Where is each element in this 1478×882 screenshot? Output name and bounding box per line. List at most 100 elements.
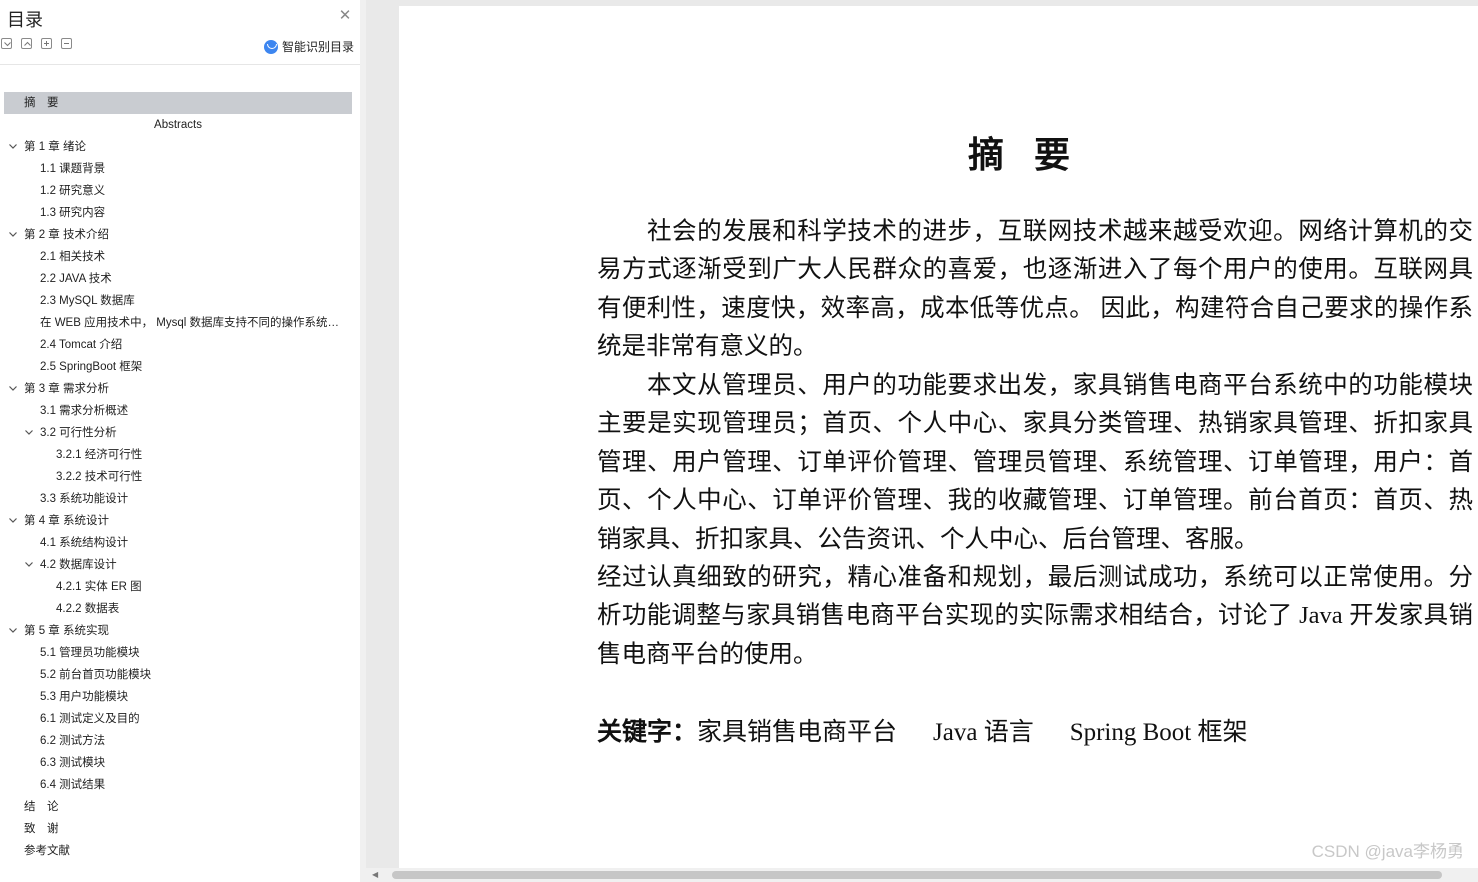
toc-item[interactable]: 第 5 章 系统实现 xyxy=(24,620,346,642)
toc-item-label: 4.2 数据库设计 xyxy=(40,559,117,571)
chevron-down-icon[interactable] xyxy=(24,422,34,444)
toc-item-label: Abstracts xyxy=(154,119,202,131)
toc-item[interactable]: 在 WEB 应用技术中， Mysql 数据库支持不同的操作系统平台，虽然在不同平… xyxy=(40,312,346,334)
toc-item[interactable]: 摘 要 xyxy=(4,92,352,114)
toc-item-label: 6.4 测试结果 xyxy=(40,779,106,791)
toc-item-label: 参考文献 xyxy=(24,845,70,857)
toc-item[interactable]: 致 谢 xyxy=(24,818,346,840)
add-entry-icon[interactable] xyxy=(41,38,52,49)
toc-item[interactable]: 4.2.1 实体 ER 图 xyxy=(56,576,346,598)
toc-item-label: 2.1 相关技术 xyxy=(40,251,106,263)
watermark: CSDN @java李杨勇 xyxy=(1311,842,1464,861)
toc-item[interactable]: 5.2 前台首页功能模块 xyxy=(40,664,346,686)
toc-item-label: 第 5 章 系统实现 xyxy=(24,625,109,637)
toc-item-label: 结 论 xyxy=(24,801,59,813)
toc-item[interactable]: 5.3 用户功能模块 xyxy=(40,686,346,708)
chevron-down-icon[interactable] xyxy=(8,620,18,642)
toc-item-label: 2.3 MySQL 数据库 xyxy=(40,295,135,307)
abstract-paragraph-3: 经过认真细致的研究，精心准备和规划，最后测试成功，系统可以正常使用。分析功能调整… xyxy=(597,564,1473,668)
chevron-down-icon[interactable] xyxy=(8,224,18,246)
toc-item[interactable]: 参考文献 xyxy=(24,840,346,862)
toc-item[interactable]: 2.5 SpringBoot 框架 xyxy=(40,356,346,378)
toc-item[interactable]: 4.2.2 数据表 xyxy=(56,598,346,620)
abstract-heading: 摘要 xyxy=(967,135,1100,176)
toc-sidebar: 目录 ✕ 智能识别目录 摘 要 Abstracts 第 1 章 绪论 1.1 课题背景… xyxy=(0,0,361,882)
scroll-thumb[interactable] xyxy=(392,871,1442,879)
remove-entry-icon[interactable] xyxy=(61,38,72,49)
toc-item-label: 5.1 管理员功能模块 xyxy=(40,647,140,659)
toc-item[interactable]: 2.4 Tomcat 介绍 xyxy=(40,334,346,356)
chevron-down-icon[interactable] xyxy=(8,510,18,532)
chevron-down-icon[interactable] xyxy=(24,554,34,576)
toc-item[interactable]: 1.2 研究意义 xyxy=(40,180,346,202)
toc-item[interactable]: 4.2 数据库设计 xyxy=(40,554,346,576)
toc-item[interactable]: 3.2.2 技术可行性 xyxy=(56,466,346,488)
toc-item-label: 致 谢 xyxy=(24,823,59,835)
toc-item[interactable]: 3.2 可行性分析 xyxy=(40,422,346,444)
toc-item[interactable]: 6.2 测试方法 xyxy=(40,730,346,752)
toc-item-label: 5.3 用户功能模块 xyxy=(40,691,129,703)
toc-item-label: 第 4 章 系统设计 xyxy=(24,515,109,527)
toc-item[interactable]: 3.2.1 经济可行性 xyxy=(56,444,346,466)
toc-toolbar xyxy=(1,38,72,54)
toc-item-label: 6.1 测试定义及目的 xyxy=(40,713,140,725)
toc-item-label: 3.2 可行性分析 xyxy=(40,427,117,439)
toc-item-label: 2.4 Tomcat 介绍 xyxy=(40,339,123,351)
toc-item[interactable]: 1.3 研究内容 xyxy=(40,202,346,224)
toc-item[interactable]: 5.1 管理员功能模块 xyxy=(40,642,346,664)
toc-item-label: 5.2 前台首页功能模块 xyxy=(40,669,152,681)
smart-toc-label: 智能识别目录 xyxy=(282,40,355,54)
smart-toc-icon xyxy=(264,39,278,54)
toc-item-label: 3.2.2 技术可行性 xyxy=(56,471,143,483)
toc-item[interactable]: 2.1 相关技术 xyxy=(40,246,346,268)
toc-item-label: 在 WEB 应用技术中， Mysql 数据库支持不同的操作系统平台，虽然在不同平… xyxy=(40,317,346,329)
toc-title: 目录 xyxy=(7,10,43,31)
toc-item-label: 4.2.1 实体 ER 图 xyxy=(56,581,142,593)
toc-item-label: 第 3 章 需求分析 xyxy=(24,383,109,395)
chevron-down-icon[interactable] xyxy=(8,378,18,400)
toc-item[interactable]: Abstracts xyxy=(4,114,352,136)
abstract-paragraph-1: 社会的发展和科学技术的进步，互联网技术越来越受欢迎。网络计算机的交易方式逐渐受到… xyxy=(597,218,1473,361)
toc-item-label: 1.3 研究内容 xyxy=(40,207,106,219)
toc-item[interactable]: 4.1 系统结构设计 xyxy=(40,532,346,554)
toc-item[interactable]: 6.1 测试定义及目的 xyxy=(40,708,346,730)
keyword: 家具销售电商平台 xyxy=(697,719,898,746)
toc-item-label: 4.2.2 数据表 xyxy=(56,603,120,615)
toc-item-label: 6.2 测试方法 xyxy=(40,735,106,747)
collapse-all-icon[interactable] xyxy=(21,38,32,49)
chevron-down-icon[interactable] xyxy=(8,136,18,158)
document-view: 摘要 社会的发展和科学技术的进步，互联网技术越来越受欢迎。网络计算机的交易方式逐… xyxy=(366,0,1478,882)
keyword: Spring Boot 框架 xyxy=(1069,719,1248,746)
toc-item[interactable]: 1.1 课题背景 xyxy=(40,158,346,180)
toc-item[interactable]: 第 1 章 绪论 xyxy=(24,136,346,158)
toc-item-label: 2.2 JAVA 技术 xyxy=(40,273,112,285)
expand-all-icon[interactable] xyxy=(1,38,12,49)
toc-item-label: 3.2.1 经济可行性 xyxy=(56,449,143,461)
toc-item[interactable]: 2.3 MySQL 数据库 xyxy=(40,290,346,312)
horizontal-scrollbar[interactable]: ◀ xyxy=(366,868,1478,882)
toc-item[interactable]: 2.2 JAVA 技术 xyxy=(40,268,346,290)
toc-item-label: 2.5 SpringBoot 框架 xyxy=(40,361,143,373)
scroll-left-icon[interactable]: ◀ xyxy=(372,868,382,882)
toc-item[interactable]: 6.3 测试模块 xyxy=(40,752,346,774)
toc-item-label: 摘 要 xyxy=(24,97,59,109)
toc-item-label: 3.1 需求分析概述 xyxy=(40,405,129,417)
toc-item[interactable]: 3.1 需求分析概述 xyxy=(40,400,346,422)
abstract-paragraph-2: 本文从管理员、用户的功能要求出发，家具销售电商平台系统中的功能模块主要是实现管理… xyxy=(597,372,1473,553)
keywords-line: 关键字：家具销售电商平台 Java 语言 Spring Boot 框架 xyxy=(597,712,1284,748)
toc-item-label: 第 1 章 绪论 xyxy=(24,141,86,153)
document-page: 摘要 社会的发展和科学技术的进步，互联网技术越来越受欢迎。网络计算机的交易方式逐… xyxy=(399,6,1478,868)
toolbar-divider xyxy=(0,64,360,65)
keywords-label: 关键字： xyxy=(597,717,698,746)
toc-item-label: 1.2 研究意义 xyxy=(40,185,106,197)
toc-item[interactable]: 6.4 测试结果 xyxy=(40,774,346,796)
close-icon[interactable]: ✕ xyxy=(338,8,352,23)
toc-item-label: 4.1 系统结构设计 xyxy=(40,537,129,549)
smart-toc-button[interactable]: 智能识别目录 xyxy=(264,38,354,55)
toc-item[interactable]: 第 3 章 需求分析 xyxy=(24,378,346,400)
toc-item-label: 3.3 系统功能设计 xyxy=(40,493,129,505)
toc-item[interactable]: 3.3 系统功能设计 xyxy=(40,488,346,510)
toc-item[interactable]: 第 4 章 系统设计 xyxy=(24,510,346,532)
toc-item[interactable]: 结 论 xyxy=(24,796,346,818)
toc-item[interactable]: 第 2 章 技术介绍 xyxy=(24,224,346,246)
